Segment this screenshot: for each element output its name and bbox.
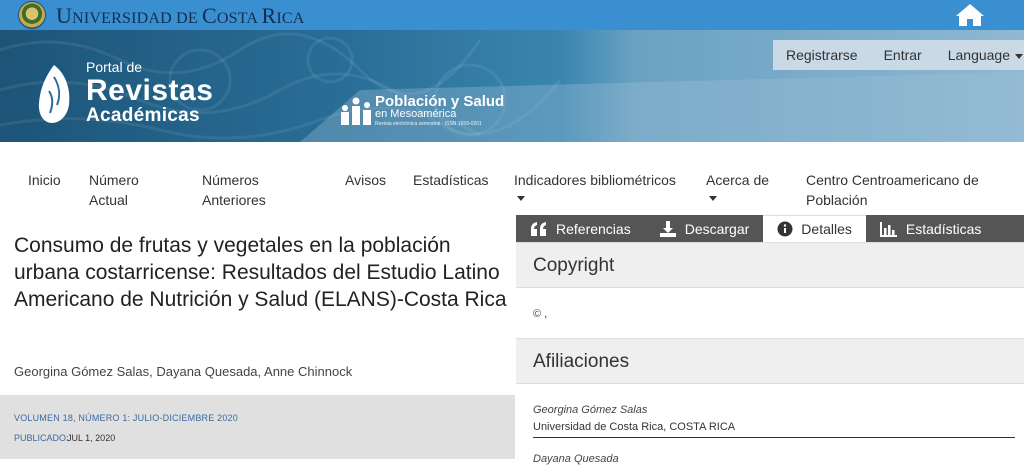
issue-volume-link[interactable]: VOLUMEN 18, NÚMERO 1: JULIO-DICIEMBRE 20… [14, 413, 238, 423]
quote-icon [531, 221, 546, 236]
nav-item-inicio[interactable]: Inicio [28, 170, 61, 190]
tab-label: Referencias [556, 220, 631, 237]
tab-descargar[interactable]: Descargar [645, 215, 764, 242]
portal-label-big: Revistas [86, 74, 214, 107]
nav-label: Números Anteriores [202, 172, 266, 208]
article-authors: Georgina Gómez Salas, Dayana Quesada, An… [14, 364, 353, 379]
copyright-text: © , [516, 288, 1024, 338]
nav-item-avisos[interactable]: Avisos [345, 170, 386, 190]
tab-detalles[interactable]: Detalles [763, 215, 866, 242]
ucr-seal-icon[interactable] [18, 1, 46, 29]
home-icon[interactable] [955, 3, 985, 27]
nav-item-acerca-de[interactable]: Acerca de [706, 170, 769, 201]
tab-label: Estadísticas [905, 220, 982, 237]
nav-item-indicadores[interactable]: Indicadores bibliométricos [514, 170, 676, 201]
affiliation-author: Dayana Quesada [533, 453, 619, 465]
nav-label: Acerca de [706, 172, 770, 188]
nav-item-numeros-anteriores[interactable]: Números Anteriores [202, 170, 282, 210]
copyright-heading: Copyright [516, 242, 1024, 288]
nav-label: Estadísticas [413, 172, 489, 188]
main-nav: Inicio Número Actual Números Anteriores … [0, 142, 1024, 212]
article-title: Consumo de frutas y vegetales en la pobl… [14, 234, 507, 311]
user-nav: Registrarse Entrar Language [773, 40, 1024, 70]
bar-chart-icon [879, 221, 897, 237]
university-bar: UNIVERSIDAD DE COSTA RICA [0, 0, 1024, 30]
tab-label: Descargar [684, 220, 750, 237]
download-icon [659, 220, 676, 237]
nav-label: Centro Centroamericano de Población [806, 172, 979, 208]
university-name[interactable]: UNIVERSIDAD DE COSTA RICA [56, 3, 305, 29]
chevron-down-icon [709, 196, 717, 201]
nav-label: Avisos [345, 172, 386, 188]
issue-metadata: VOLUMEN 18, NÚMERO 1: JULIO-DICIEMBRE 20… [0, 395, 515, 459]
nav-label: Indicadores bibliométricos [514, 172, 676, 188]
journal-issn: Revista electrónica semestral · ISSN 165… [375, 121, 482, 127]
nav-item-centro[interactable]: Centro Centroamericano de Población [806, 170, 996, 210]
portal-label-small: Portal de [86, 59, 143, 75]
published-date: JUL 1, 2020 [67, 433, 116, 443]
divider [533, 437, 1015, 438]
published-label: PUBLICADO: [14, 433, 69, 443]
chevron-down-icon [517, 196, 525, 201]
tab-referencias[interactable]: Referencias [516, 215, 645, 242]
details-panel: Copyright © , Afiliaciones Georgina Góme… [516, 242, 1024, 467]
tab-label: Detalles [801, 221, 852, 237]
affiliation-author: Georgina Gómez Salas [533, 404, 648, 416]
journal-subtitle: en Mesoamérica [375, 108, 457, 120]
journal-logo-icon [341, 97, 371, 125]
article-tabs: Referencias Descargar Detalles Estadísti… [516, 215, 1024, 242]
register-link[interactable]: Registrarse [773, 47, 871, 63]
portal-leaf-icon [38, 65, 70, 123]
info-icon [777, 221, 793, 237]
affiliation-institution: Universidad de Costa Rica, COSTA RICA [533, 421, 736, 433]
nav-item-estadisticas[interactable]: Estadísticas [413, 170, 488, 190]
affiliations-heading: Afiliaciones [516, 338, 1024, 384]
login-link[interactable]: Entrar [871, 47, 935, 63]
language-dropdown[interactable]: Language [935, 47, 1024, 63]
nav-label: Inicio [28, 172, 61, 188]
tab-estadisticas[interactable]: Estadísticas [866, 215, 995, 242]
affiliations-list: Georgina Gómez Salas Universidad de Cost… [516, 384, 1024, 467]
nav-item-numero-actual[interactable]: Número Actual [89, 170, 159, 210]
portal-label-medium: Académicas [86, 105, 200, 126]
header-banner: Portal de Revistas Académicas Población … [0, 30, 1024, 142]
language-label: Language [947, 47, 1011, 63]
chevron-down-icon [1015, 53, 1024, 59]
nav-label: Número Actual [89, 172, 139, 208]
